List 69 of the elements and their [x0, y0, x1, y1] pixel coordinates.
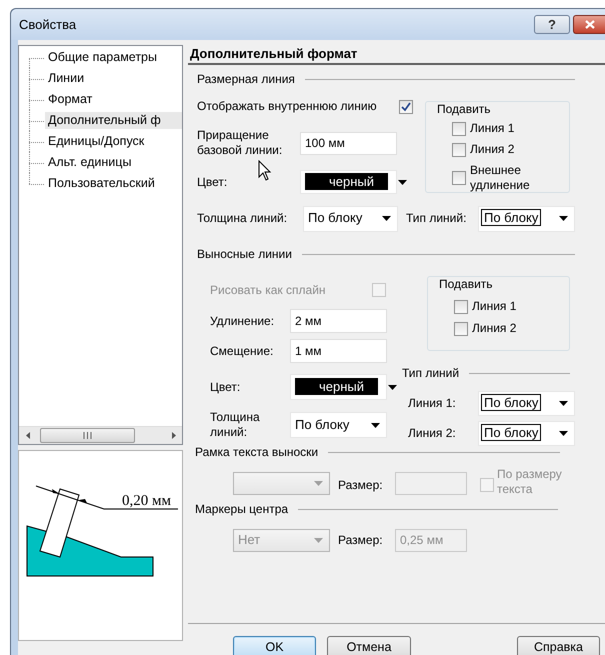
help-button[interactable]: ?: [534, 15, 570, 34]
dropdown[interactable]: По блоку: [478, 206, 575, 232]
group-title: Подавить: [435, 102, 493, 117]
section-title: Маркеры центра: [195, 502, 288, 516]
tree-item[interactable]: Общие параметры: [45, 48, 182, 66]
checkbox[interactable]: [454, 322, 468, 336]
caret-icon: [398, 180, 408, 184]
caret-icon: [559, 401, 568, 406]
caret-icon: [388, 384, 398, 390]
dimension-label: 0,20 мм: [122, 493, 171, 509]
field-label: Размер:: [338, 533, 384, 548]
input-field[interactable]: 2 мм: [290, 309, 387, 333]
dropdown[interactable]: По блоку: [303, 206, 398, 232]
dropdown[interactable]: По блоку: [290, 412, 387, 438]
checkbox[interactable]: [452, 142, 466, 156]
section-title: Тип линий: [402, 366, 460, 380]
field-label: Цвет:: [210, 380, 242, 394]
section-title: Рамка текста выноски: [195, 444, 318, 460]
scrollbar-thumb[interactable]: [40, 428, 135, 443]
checkbox-label[interactable]: Линия 2: [470, 142, 550, 157]
panel-title: Дополнительный формат: [189, 45, 358, 63]
cursor-icon: [258, 160, 272, 182]
section-title: Выносные линии: [197, 246, 292, 262]
scroll-left-icon[interactable]: [26, 432, 30, 439]
close-icon: [584, 20, 594, 29]
checkbox-label[interactable]: Линия 2: [472, 321, 552, 336]
dialog-button[interactable]: Справка: [517, 636, 600, 655]
tree-item[interactable]: Единицы/Допуск: [45, 132, 182, 150]
caret-icon: [382, 216, 391, 221]
input-field[interactable]: 100 мм: [300, 132, 397, 154]
tree-item[interactable]: Линии: [45, 70, 182, 88]
checkbox[interactable]: [399, 100, 413, 114]
input-field[interactable]: 1 мм: [290, 339, 387, 363]
checkbox-label[interactable]: Линия 1: [472, 299, 552, 314]
checkbox[interactable]: [454, 300, 468, 314]
group-title: Подавить: [437, 277, 495, 292]
field-label: Линия 2:: [408, 426, 457, 441]
checkbox-label[interactable]: Внешнее удлинение: [470, 163, 550, 193]
checkbox-label[interactable]: Линия 1: [470, 121, 550, 136]
scroll-right-icon[interactable]: [172, 432, 176, 439]
tree-item[interactable]: Дополнительный ф: [45, 112, 182, 130]
checkbox-label[interactable]: Отображать внутреннюю линию: [197, 99, 399, 114]
section-title: Размерная линия: [197, 72, 295, 86]
window-title: Свойства: [19, 17, 78, 34]
caret-icon: [559, 431, 568, 436]
field-label: Цвет:: [197, 174, 228, 190]
caret-icon: [314, 481, 323, 486]
dropdown[interactable]: По блоку: [478, 391, 575, 416]
dropdown[interactable]: По блоку: [478, 421, 575, 446]
dialog-button[interactable]: OK: [233, 636, 316, 655]
checkbox[interactable]: [452, 122, 466, 136]
field-label: Толщина линий:: [210, 410, 261, 440]
caret-icon: [559, 216, 568, 221]
field-label: Тип линий:: [406, 211, 468, 226]
field-label: Смещение:: [210, 344, 274, 358]
field-label: Толщина линий:: [197, 211, 288, 226]
tree-item[interactable]: Формат: [45, 90, 182, 108]
tree-item[interactable]: Альт. единицы: [45, 154, 182, 172]
checkbox[interactable]: [452, 171, 466, 185]
close-button[interactable]: [573, 15, 605, 34]
dialog-button[interactable]: Отмена: [327, 636, 411, 655]
tree-item[interactable]: Пользовательский: [45, 174, 182, 192]
caret-icon: [371, 422, 380, 428]
field-label: Удлинение:: [210, 314, 276, 328]
field-label: Приращение базовой линии:: [197, 128, 284, 158]
field-label: Размер:: [338, 478, 384, 493]
scrollbar[interactable]: [19, 426, 182, 444]
field-label: Линия 1:: [408, 396, 457, 411]
caret-icon: [314, 538, 323, 543]
